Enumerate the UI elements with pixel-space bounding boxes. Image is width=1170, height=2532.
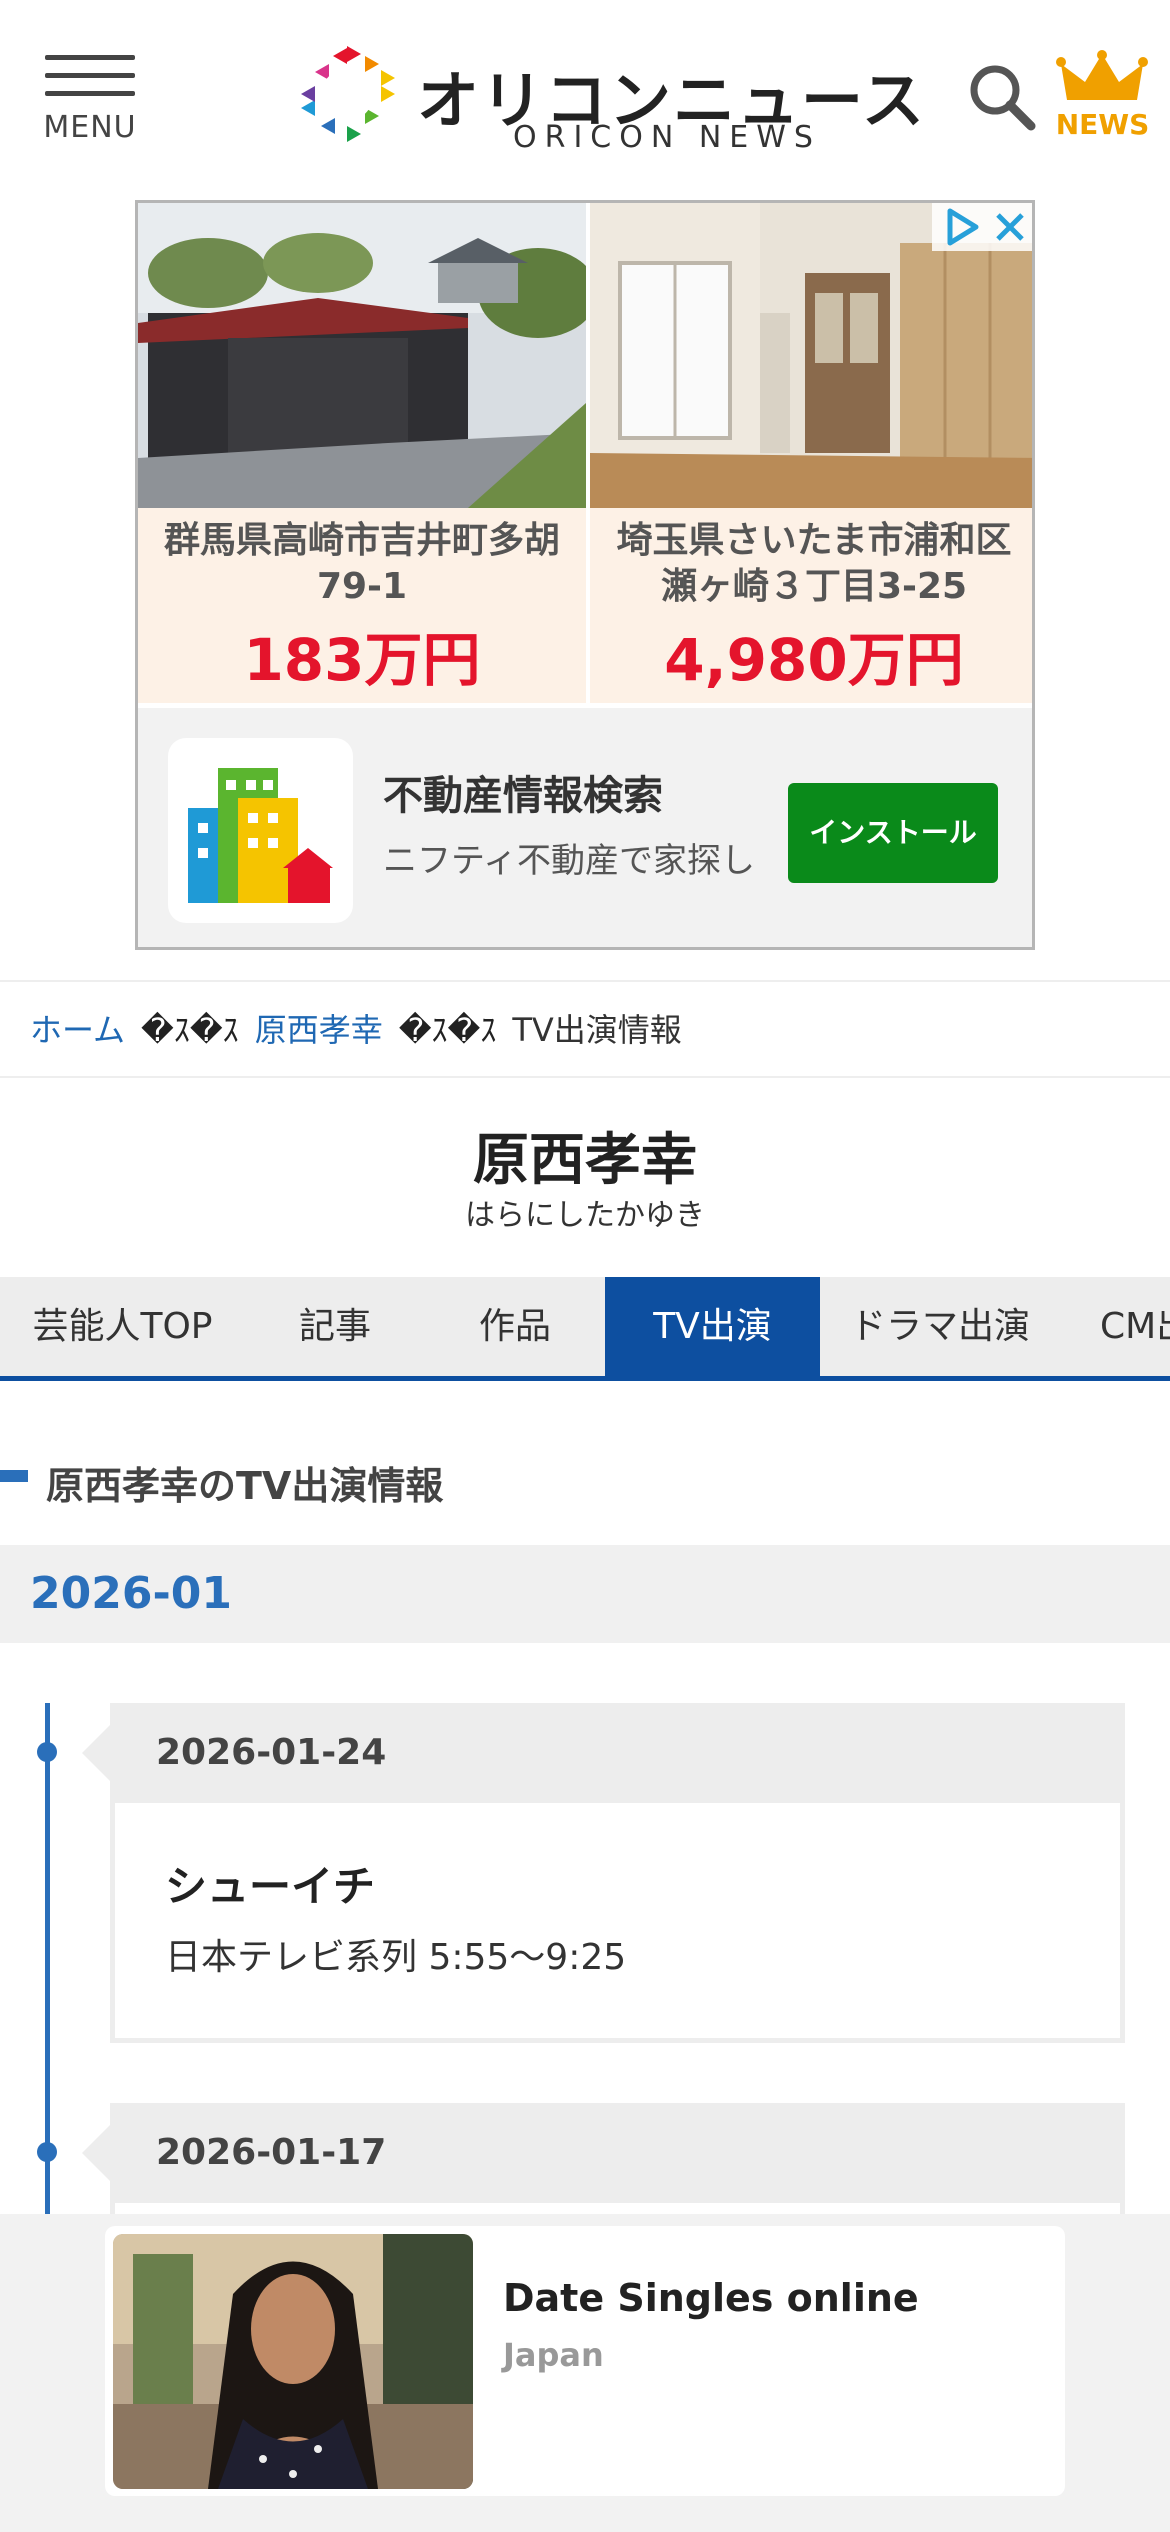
property-photo-garage [138, 203, 586, 508]
month-label: 2026-01 [30, 1568, 232, 1619]
ad-subtitle: Japan [503, 2336, 604, 2374]
news-label: NEWS [1055, 108, 1150, 141]
oricon-news-logo[interactable]: オリコンニュース ORICON NEWS [295, 42, 924, 157]
ad-title: Date Singles online [503, 2276, 919, 2320]
oricon-logo-mark-icon [301, 46, 395, 142]
breadcrumb: ホーム �ｽ�ｽ 原西孝幸 �ｽ�ｽ TV出演情報 [0, 980, 1170, 1078]
menu-button[interactable]: MENU [40, 55, 140, 145]
property-address: 群馬県高崎市吉井町多胡 79-1 [163, 520, 560, 607]
breadcrumb-home-link[interactable]: ホーム [30, 1011, 125, 1049]
section-heading-marker [0, 1470, 28, 1482]
bottom-sticky-ad[interactable]: Date Singles online Japan [0, 2214, 1170, 2532]
page-title: 原西孝幸 [473, 1128, 697, 1193]
install-button[interactable]: インストール [788, 783, 998, 883]
property-price: 4,980万円 [664, 626, 964, 694]
real-estate-ad[interactable]: 群馬県高崎市吉井町多胡 79-1 183万円 埼玉県さいたま市浦和区 瀬ヶ崎３丁… [135, 200, 1035, 950]
program-title[interactable]: シューイチ [165, 1853, 375, 1914]
entry-date-header: 2026-01-17 [82, 2103, 1125, 2203]
tab-works[interactable]: 作品 [425, 1277, 605, 1376]
ad-property-card[interactable]: 埼玉県さいたま市浦和区 瀬ヶ崎３丁目3-25 4,980万円 [590, 203, 1032, 703]
menu-label: MENU [43, 110, 137, 145]
site-header: MENU オリコンニュース ORICON NEWS NEWS [0, 0, 1170, 195]
logo-text-en: ORICON NEWS [513, 120, 821, 155]
ad-property-card[interactable]: 群馬県高崎市吉井町多胡 79-1 183万円 [138, 203, 586, 703]
search-button[interactable] [965, 60, 1037, 132]
breadcrumb-person-link[interactable]: 原西孝幸 [255, 1011, 383, 1049]
crown-icon [1056, 50, 1148, 100]
property-price: 183万円 [243, 626, 481, 694]
entry-date-header: 2026-01-24 [82, 1703, 1125, 1803]
ad-choices-icon[interactable] [938, 203, 986, 251]
timeline-dot [37, 1742, 57, 1762]
entry-date: 2026-01-17 [156, 2132, 387, 2173]
app-title: 不動産情報検索 [383, 773, 663, 819]
timeline-dot [37, 2142, 57, 2162]
breadcrumb-separator: �ｽ�ｽ [398, 1011, 497, 1049]
tab-tv[interactable]: TV出演 [605, 1277, 820, 1376]
breadcrumb-separator: �ｽ�ｽ [141, 1011, 239, 1049]
app-install-banner[interactable]: 不動産情報検索 ニフティ不動産で家探し インストール [138, 708, 1032, 947]
hamburger-icon [45, 55, 135, 109]
program-broadcast-info: 日本テレビ系列 5:55〜9:25 [165, 1937, 627, 1978]
app-icon [168, 738, 353, 923]
tv-appearance-card[interactable]: シューイチ 日本テレビ系列 5:55〜9:25 [110, 1803, 1125, 2043]
news-ranking-button[interactable]: NEWS [1055, 50, 1150, 145]
ad-photo-woman [113, 2234, 473, 2489]
ad-choices-controls[interactable] [932, 203, 1032, 251]
dating-ad-card[interactable]: Date Singles online Japan [105, 2226, 1065, 2496]
breadcrumb-current: TV出演情報 [512, 1011, 682, 1049]
page-subtitle-kana: はらにしたかゆき [465, 1198, 705, 1233]
search-icon [970, 65, 1036, 131]
section-title: 原西孝幸のTV出演情報 [46, 1464, 444, 1508]
profile-tabs: 芸能人TOP 記事 作品 TV出演 ドラマ出演 CM出演 [0, 1277, 1170, 1381]
section-heading: 原西孝幸のTV出演情報 [0, 1445, 1170, 1510]
app-description: ニフティ不動産で家探し [383, 841, 755, 881]
tab-drama[interactable]: ドラマ出演 [820, 1277, 1060, 1376]
close-icon[interactable] [990, 207, 1030, 247]
tab-articles[interactable]: 記事 [245, 1277, 425, 1376]
tab-top[interactable]: 芸能人TOP [0, 1277, 245, 1376]
month-header: 2026-01 [0, 1545, 1170, 1643]
tab-cm[interactable]: CM出演 [1060, 1277, 1170, 1376]
property-address: 埼玉県さいたま市浦和区 瀬ヶ崎３丁目3-25 [616, 520, 1012, 607]
entry-date: 2026-01-24 [156, 1732, 387, 1773]
